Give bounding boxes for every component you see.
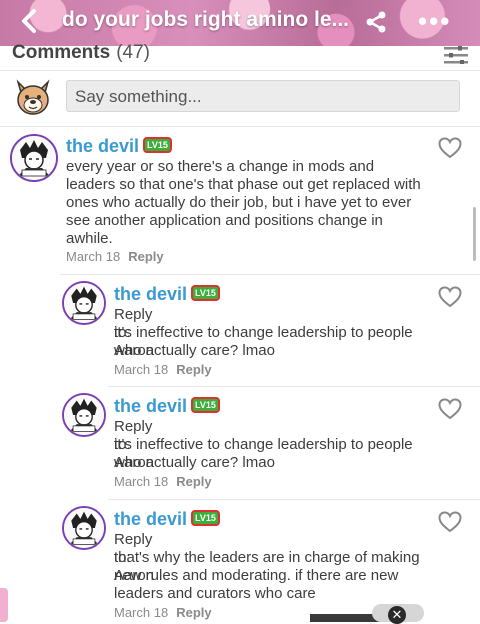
comment-username[interactable]: the devil LV15 [114,284,220,305]
post-title[interactable]: do your jobs right amino le... [62,8,349,32]
heart-icon [438,511,462,533]
back-button[interactable] [20,8,38,38]
comment-meta: March 18 Reply [114,605,212,620]
scrollbar[interactable] [473,207,476,261]
username-text[interactable]: the devil [114,396,187,416]
more-options-button[interactable]: ••• [418,6,451,37]
comment-input[interactable]: Say something... [66,80,460,112]
comment-text: every year or so there's a change in mod… [66,158,421,247]
comment-meta: March 18 Reply [114,474,212,489]
comment-date: March 18 [114,605,169,620]
avatar-drawing-icon [12,136,56,180]
comment-date: March 18 [114,474,169,489]
comments-heading: Comments (47) [12,42,150,64]
close-icon[interactable]: ✕ [388,606,406,624]
like-button[interactable] [438,511,462,538]
filter-button[interactable] [444,46,468,69]
reply-button[interactable]: Reply [176,362,211,377]
level-badge: LV15 [143,137,172,154]
divider [108,499,480,500]
current-user-avatar [12,76,54,118]
top-bar: do your jobs right amino le... ••• [0,0,480,46]
comment-date: March 18 [66,249,121,264]
level-badge: LV15 [191,397,220,414]
comment-username[interactable]: the devil LV15 [66,136,172,157]
comment-text: that's why the leaders are in charge of … [114,549,420,602]
avatar[interactable] [62,281,106,325]
side-drawer-handle[interactable] [0,588,8,622]
like-button[interactable] [438,286,462,313]
reply-button[interactable]: Reply [128,249,163,264]
comment-date: March 18 [114,362,169,377]
comment-text: it's ineffective to change leadership to… [114,324,413,359]
reply-button[interactable]: Reply [176,605,211,620]
share-button[interactable] [364,10,388,39]
heart-icon [438,398,462,420]
comment-meta: March 18 Reply [66,249,164,264]
comment-text: it's ineffective to change leadership to… [114,436,413,471]
avatar-drawing-icon [64,508,104,548]
username-text[interactable]: the devil [66,136,139,156]
heart-icon [438,286,462,308]
divider [108,386,480,387]
chevron-left-icon [22,9,36,33]
divider [0,126,480,127]
level-badge: LV15 [191,510,220,527]
like-button[interactable] [438,137,462,164]
dog-face-icon [16,79,50,115]
heart-icon [438,137,462,159]
share-icon [366,11,386,33]
avatar[interactable] [10,134,58,182]
username-text[interactable]: the devil [114,509,187,529]
avatar-drawing-icon [64,395,104,435]
filter-icon [444,46,468,65]
comment-username[interactable]: the devil LV15 [114,396,220,417]
comment-meta: March 18 Reply [114,362,212,377]
avatar[interactable] [62,506,106,550]
comments-count: (47) [116,42,150,63]
comments-label: Comments [12,42,111,63]
avatar-drawing-icon [64,283,104,323]
comment-username[interactable]: the devil LV15 [114,509,220,530]
level-badge: LV15 [191,285,220,302]
avatar[interactable] [62,393,106,437]
divider [0,70,480,71]
divider [60,274,480,275]
reply-button[interactable]: Reply [176,474,211,489]
like-button[interactable] [438,398,462,425]
username-text[interactable]: the devil [114,284,187,304]
